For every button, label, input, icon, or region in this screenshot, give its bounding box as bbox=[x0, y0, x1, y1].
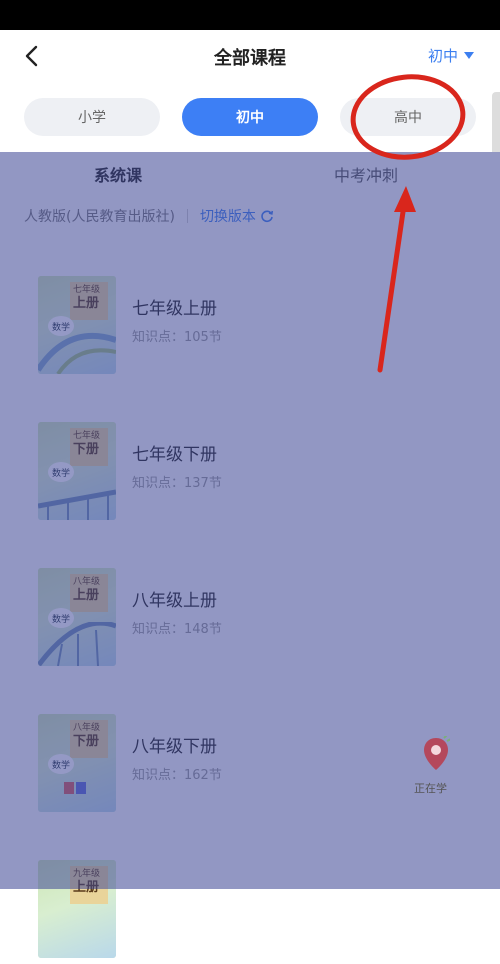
cover-volume: 上册 bbox=[73, 880, 100, 895]
tab-chuzhong[interactable]: 初中 bbox=[182, 98, 318, 136]
caret-down-icon bbox=[464, 52, 474, 59]
book-item[interactable]: 七年级 上册 数学 七年级上册 知识点：105节 bbox=[0, 270, 500, 380]
cover-illustration bbox=[38, 332, 116, 374]
status-bar bbox=[0, 0, 500, 30]
cover-text: 八年级 上册 bbox=[73, 576, 100, 604]
book-title: 八年级下册 bbox=[132, 737, 217, 757]
tab-system-course[interactable]: 系统课 bbox=[94, 162, 142, 186]
grade-selector-label: 初中 bbox=[427, 47, 458, 65]
book-title: 七年级下册 bbox=[132, 445, 217, 465]
book-cover: 八年级 下册 数学 bbox=[38, 714, 116, 812]
book-knowledge-count: 知识点：105节 bbox=[132, 330, 222, 345]
book-knowledge-count: 知识点：137节 bbox=[132, 476, 222, 491]
location-pin-icon bbox=[424, 736, 450, 770]
cover-volume: 上册 bbox=[73, 296, 100, 311]
cover-grade: 八年级 bbox=[73, 723, 101, 733]
studying-button[interactable]: 正在学 bbox=[412, 728, 456, 798]
sub-tabs: 系统课 中考冲刺 bbox=[0, 152, 500, 192]
switch-edition-label: 切换版本 bbox=[199, 209, 256, 225]
cover-volume: 上册 bbox=[73, 588, 100, 603]
studying-label: 正在学 bbox=[414, 782, 447, 795]
book-title: 八年级上册 bbox=[132, 591, 217, 611]
book-cover: 八年级 上册 数学 bbox=[38, 568, 116, 666]
cover-text: 七年级 上册 bbox=[73, 284, 100, 312]
book-title: 七年级上册 bbox=[132, 299, 217, 319]
tab-xiaoxue[interactable]: 小学 bbox=[24, 98, 160, 136]
divider bbox=[186, 209, 188, 223]
cover-grade: 八年级 bbox=[73, 577, 101, 587]
book-cover: 七年级 下册 数学 bbox=[38, 422, 116, 520]
grade-selector[interactable]: 初中 bbox=[428, 45, 474, 66]
cover-text: 七年级 下册 bbox=[73, 430, 100, 458]
tab-exam-sprint[interactable]: 中考冲刺 bbox=[334, 162, 398, 186]
book-cover: 九年级 上册 bbox=[38, 860, 116, 958]
cover-text: 八年级 下册 bbox=[73, 722, 100, 750]
switch-edition-button[interactable]: 切换版本 bbox=[200, 206, 274, 226]
cover-volume: 下册 bbox=[73, 734, 100, 749]
cover-illustration bbox=[38, 489, 116, 520]
tab-gaozhong[interactable]: 高中 bbox=[340, 98, 476, 136]
book-item[interactable]: 八年级 上册 数学 八年级上册 知识点：148节 bbox=[0, 562, 500, 672]
cover-text: 九年级 上册 bbox=[73, 868, 100, 896]
book-knowledge-count: 知识点：162节 bbox=[132, 768, 222, 783]
cover-grade: 七年级 bbox=[73, 431, 101, 441]
cover-illustration bbox=[38, 622, 116, 666]
cover-volume: 下册 bbox=[73, 442, 100, 457]
cover-grade: 七年级 bbox=[73, 285, 101, 295]
book-knowledge-count: 知识点：148节 bbox=[132, 622, 222, 637]
cover-illustration bbox=[64, 782, 86, 794]
page-title: 全部课程 bbox=[214, 48, 286, 69]
book-item[interactable]: 九年级 上册 bbox=[0, 854, 500, 964]
level-tabs: 小学 初中 高中 bbox=[0, 82, 500, 152]
edition-name: 人教版(人民教育出版社) bbox=[24, 209, 175, 225]
edition-row: 人教版(人民教育出版社) 切换版本 bbox=[24, 206, 274, 226]
book-item[interactable]: 七年级 下册 数学 七年级下册 知识点：137节 bbox=[0, 416, 500, 526]
refresh-icon bbox=[261, 210, 274, 223]
cover-grade: 九年级 bbox=[73, 869, 101, 879]
top-nav-bar: 全部课程 初中 bbox=[0, 30, 500, 82]
book-cover: 七年级 上册 数学 bbox=[38, 276, 116, 374]
